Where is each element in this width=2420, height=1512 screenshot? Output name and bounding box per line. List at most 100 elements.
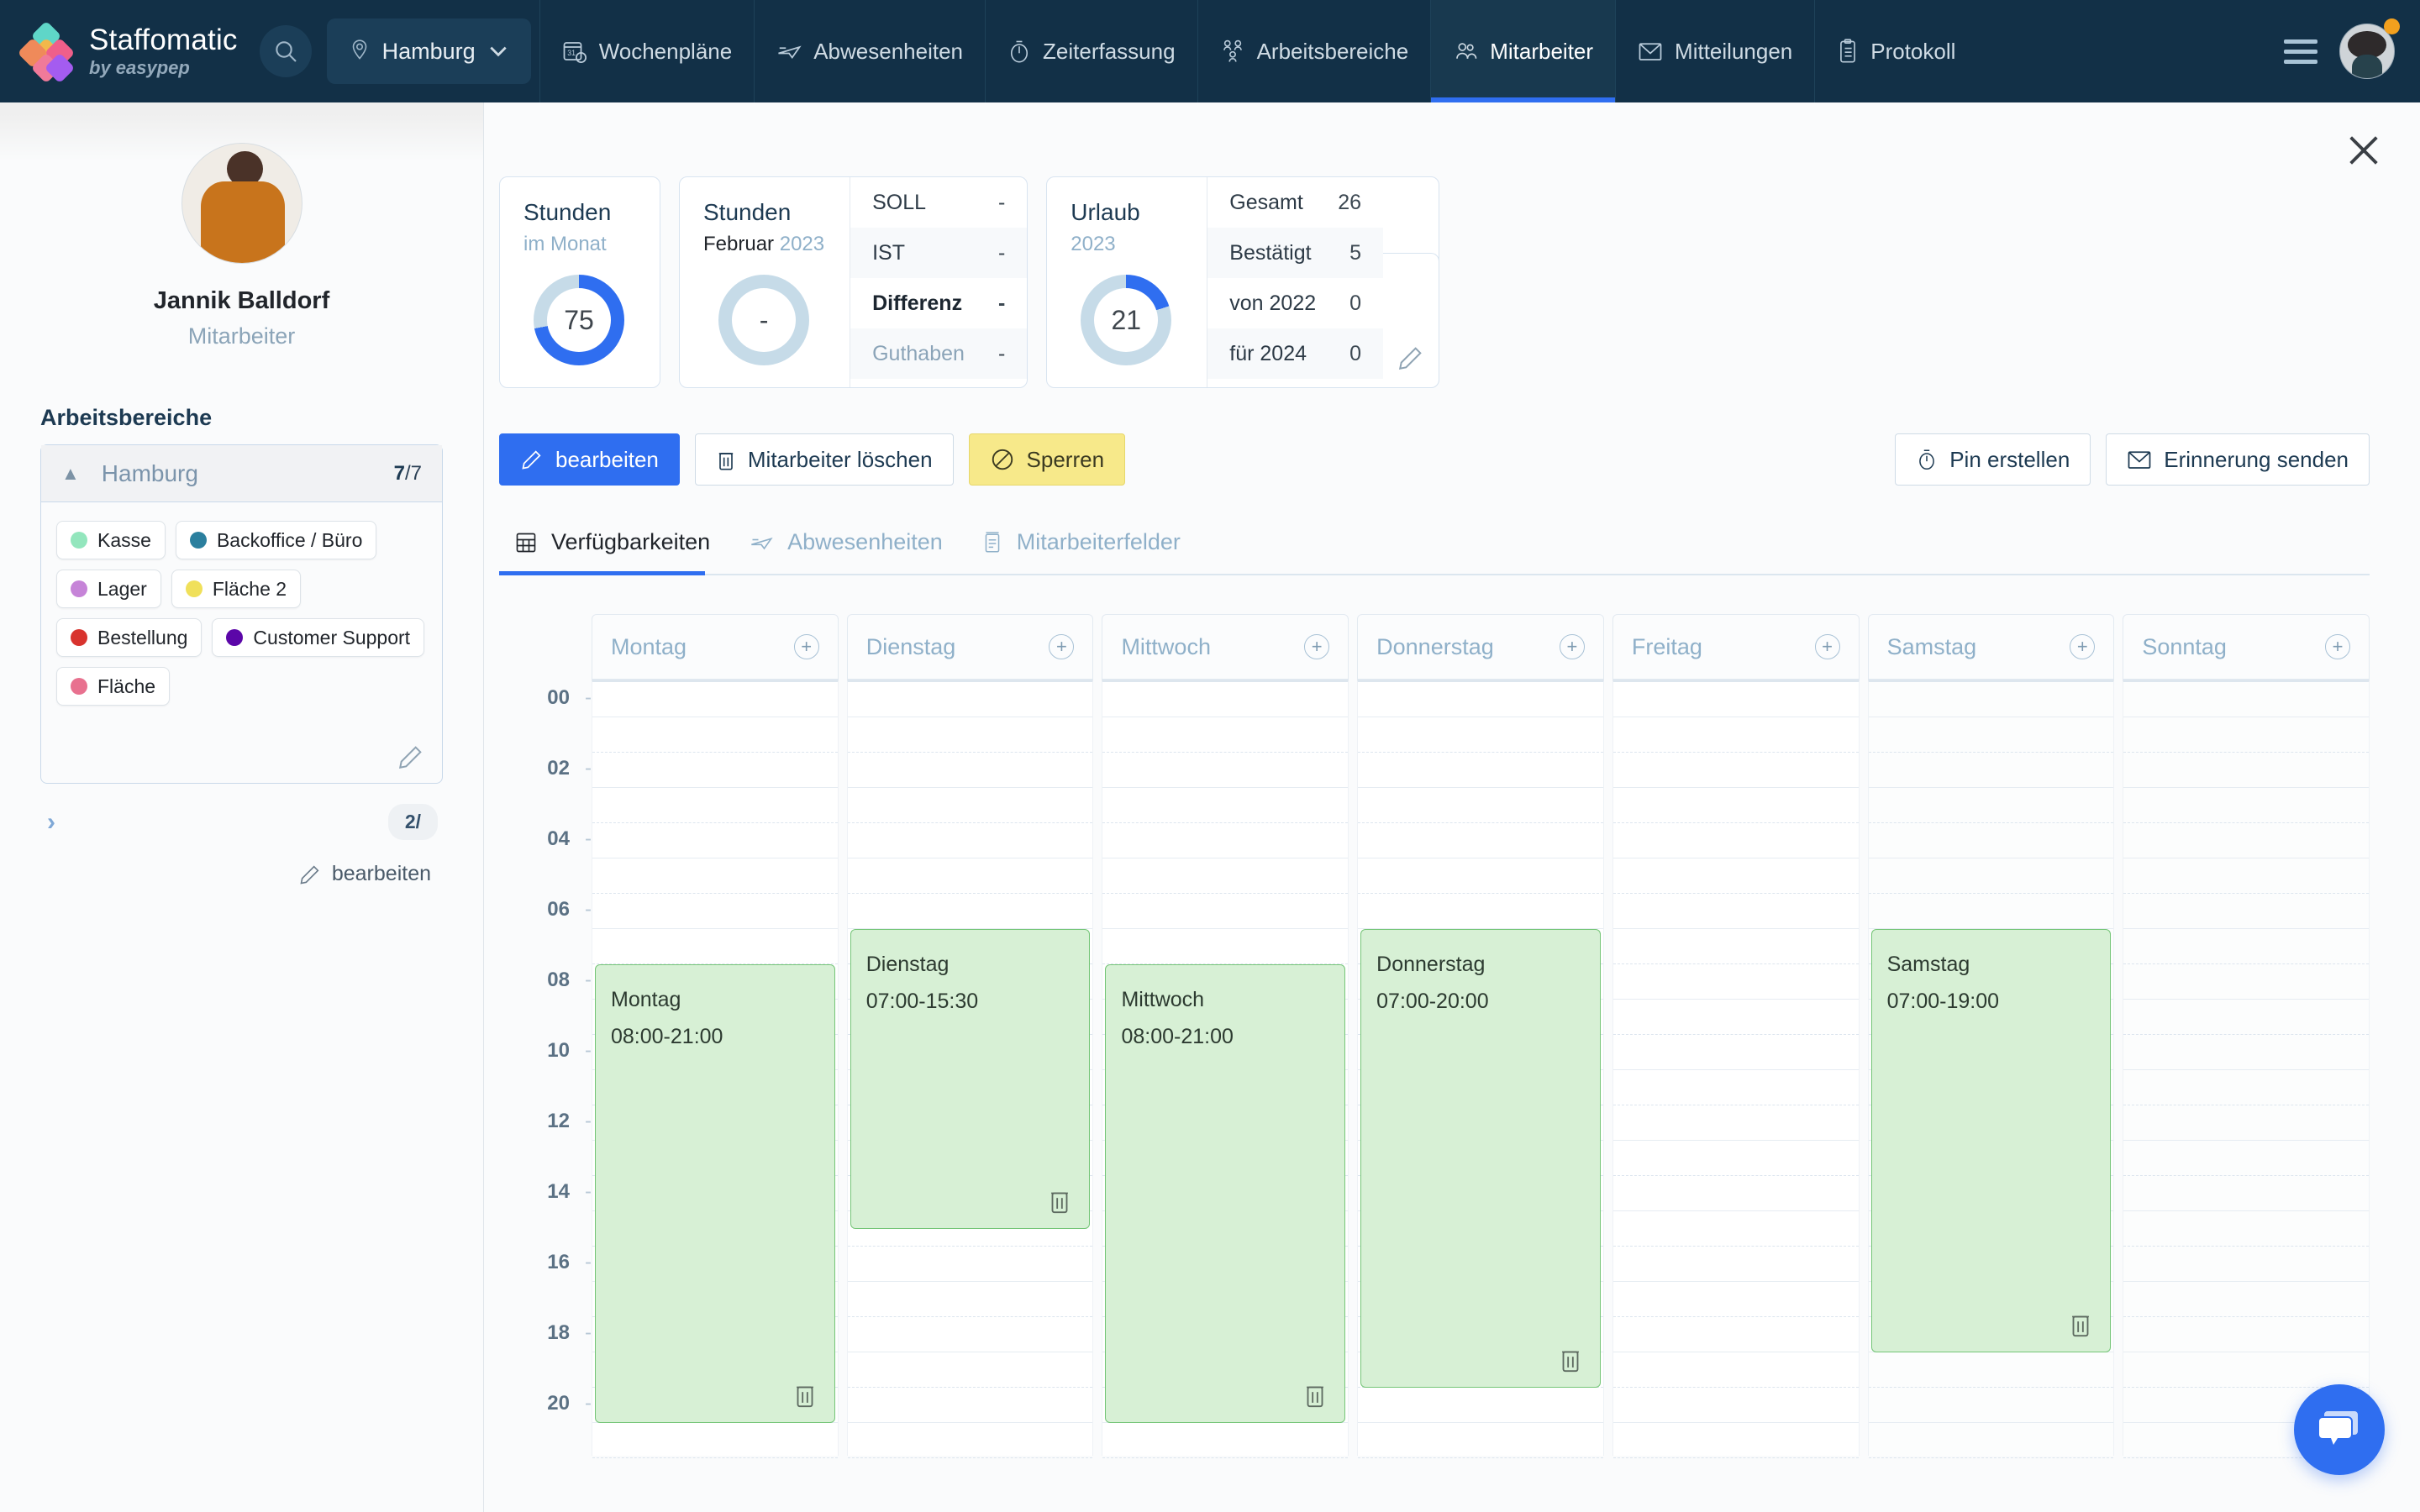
- time-slot[interactable]: [1358, 1388, 1603, 1423]
- tab-mitarbeiterfelder[interactable]: Mitarbeiterfelder: [966, 529, 1204, 574]
- search-button[interactable]: [260, 25, 312, 77]
- time-slot[interactable]: [1358, 823, 1603, 858]
- time-slot[interactable]: [1613, 1282, 1859, 1317]
- add-availability-button[interactable]: +: [1304, 634, 1329, 659]
- day-slots[interactable]: Mittwoch 08:00-21:00: [1102, 680, 1349, 1456]
- time-slot[interactable]: [592, 929, 838, 964]
- delete-employee-button[interactable]: Mitarbeiter löschen: [695, 433, 954, 486]
- time-slot[interactable]: [1869, 717, 2114, 753]
- nav-item-mitteilungen[interactable]: Mitteilungen: [1615, 0, 1814, 102]
- time-slot[interactable]: [848, 682, 1093, 717]
- tab-verfuegbarkeiten[interactable]: Verfügbarkeiten: [499, 529, 734, 574]
- time-slot[interactable]: [2123, 1141, 2369, 1176]
- time-slot[interactable]: [1613, 894, 1859, 929]
- time-slot[interactable]: [1613, 1388, 1859, 1423]
- time-slot[interactable]: [1358, 1423, 1603, 1458]
- urlaub-edit-button[interactable]: [1383, 253, 1439, 388]
- time-slot[interactable]: [1358, 753, 1603, 788]
- workarea-tag[interactable]: Fläche 2: [171, 570, 301, 608]
- time-slot[interactable]: [1613, 1105, 1859, 1141]
- time-slot[interactable]: [1613, 1000, 1859, 1035]
- time-slot[interactable]: [848, 858, 1093, 894]
- time-slot[interactable]: [1613, 1352, 1859, 1388]
- add-availability-button[interactable]: +: [2325, 634, 2350, 659]
- time-slot[interactable]: [1613, 823, 1859, 858]
- time-slot[interactable]: [1869, 682, 2114, 717]
- time-slot[interactable]: [2123, 1352, 2369, 1388]
- time-slot[interactable]: [1102, 894, 1348, 929]
- time-slot[interactable]: [1613, 682, 1859, 717]
- nav-item-abwesenheiten[interactable]: Abwesenheiten: [754, 0, 985, 102]
- time-slot[interactable]: [1613, 1070, 1859, 1105]
- time-slot[interactable]: [1358, 858, 1603, 894]
- time-slot[interactable]: [1869, 1423, 2114, 1458]
- workarea-tag[interactable]: Customer Support: [212, 618, 424, 657]
- time-slot[interactable]: [2123, 823, 2369, 858]
- add-availability-button[interactable]: +: [1560, 634, 1585, 659]
- delete-event-icon[interactable]: [2068, 1310, 2093, 1338]
- time-slot[interactable]: [1869, 753, 2114, 788]
- time-slot[interactable]: [1869, 1388, 2114, 1423]
- edit-button[interactable]: bearbeiten: [499, 433, 680, 486]
- time-slot[interactable]: [2123, 1247, 2369, 1282]
- location-selector[interactable]: Hamburg: [327, 18, 531, 84]
- brand-logo[interactable]: Staffomatic by easypep: [0, 0, 260, 102]
- time-slot[interactable]: [1613, 1317, 1859, 1352]
- send-reminder-button[interactable]: Erinnerung senden: [2106, 433, 2370, 486]
- time-slot[interactable]: [2123, 1035, 2369, 1070]
- user-avatar-button[interactable]: [2339, 24, 2395, 79]
- time-slot[interactable]: [2123, 788, 2369, 823]
- time-slot[interactable]: [592, 858, 838, 894]
- workarea-tag[interactable]: Backoffice / Büro: [176, 521, 376, 559]
- time-slot[interactable]: [1869, 858, 2114, 894]
- time-slot[interactable]: [1358, 788, 1603, 823]
- time-slot[interactable]: [848, 1388, 1093, 1423]
- time-slot[interactable]: [1102, 788, 1348, 823]
- time-slot[interactable]: [1613, 1176, 1859, 1211]
- time-slot[interactable]: [2123, 717, 2369, 753]
- time-slot[interactable]: [848, 1317, 1093, 1352]
- time-slot[interactable]: [848, 823, 1093, 858]
- time-slot[interactable]: [1358, 894, 1603, 929]
- nav-item-zeiterfassung[interactable]: Zeiterfassung: [985, 0, 1197, 102]
- pencil-icon[interactable]: [397, 743, 425, 771]
- time-slot[interactable]: [2123, 1282, 2369, 1317]
- time-slot[interactable]: [1358, 682, 1603, 717]
- chat-support-button[interactable]: [2294, 1384, 2385, 1475]
- delete-event-icon[interactable]: [1558, 1345, 1583, 1373]
- time-slot[interactable]: [848, 1247, 1093, 1282]
- hamburger-menu-button[interactable]: [2284, 39, 2317, 64]
- delete-event-icon[interactable]: [1302, 1380, 1328, 1409]
- time-slot[interactable]: [2123, 1000, 2369, 1035]
- lock-button[interactable]: Sperren: [969, 433, 1126, 486]
- time-slot[interactable]: [848, 1282, 1093, 1317]
- time-slot[interactable]: [1102, 858, 1348, 894]
- nav-item-mitarbeiter[interactable]: Mitarbeiter: [1430, 0, 1615, 102]
- time-slot[interactable]: [848, 788, 1093, 823]
- time-slot[interactable]: [2123, 1211, 2369, 1247]
- time-slot[interactable]: [1869, 894, 2114, 929]
- add-availability-button[interactable]: +: [2070, 634, 2095, 659]
- time-slot[interactable]: [848, 894, 1093, 929]
- time-slot[interactable]: [1102, 717, 1348, 753]
- time-slot[interactable]: [592, 894, 838, 929]
- time-slot[interactable]: [1358, 717, 1603, 753]
- day-slots[interactable]: Montag 08:00-21:00: [592, 680, 839, 1456]
- workarea-group-header[interactable]: ▲ Hamburg 7/7: [41, 445, 442, 502]
- time-slot[interactable]: [848, 753, 1093, 788]
- time-slot[interactable]: [1613, 1141, 1859, 1176]
- time-slot[interactable]: [848, 1352, 1093, 1388]
- time-slot[interactable]: [1613, 1211, 1859, 1247]
- nav-item-arbeitsbereiche[interactable]: Arbeitsbereiche: [1197, 0, 1431, 102]
- time-slot[interactable]: [2123, 894, 2369, 929]
- time-slot[interactable]: [2123, 929, 2369, 964]
- time-slot[interactable]: [1613, 929, 1859, 964]
- time-slot[interactable]: [592, 788, 838, 823]
- time-slot[interactable]: [1869, 823, 2114, 858]
- time-slot[interactable]: [1102, 823, 1348, 858]
- availability-event[interactable]: Dienstag 07:00-15:30: [850, 929, 1091, 1229]
- time-slot[interactable]: [1613, 1423, 1859, 1458]
- time-slot[interactable]: [1102, 929, 1348, 964]
- availability-event[interactable]: Samstag 07:00-19:00: [1871, 929, 2112, 1352]
- availability-event[interactable]: Mittwoch 08:00-21:00: [1105, 964, 1345, 1423]
